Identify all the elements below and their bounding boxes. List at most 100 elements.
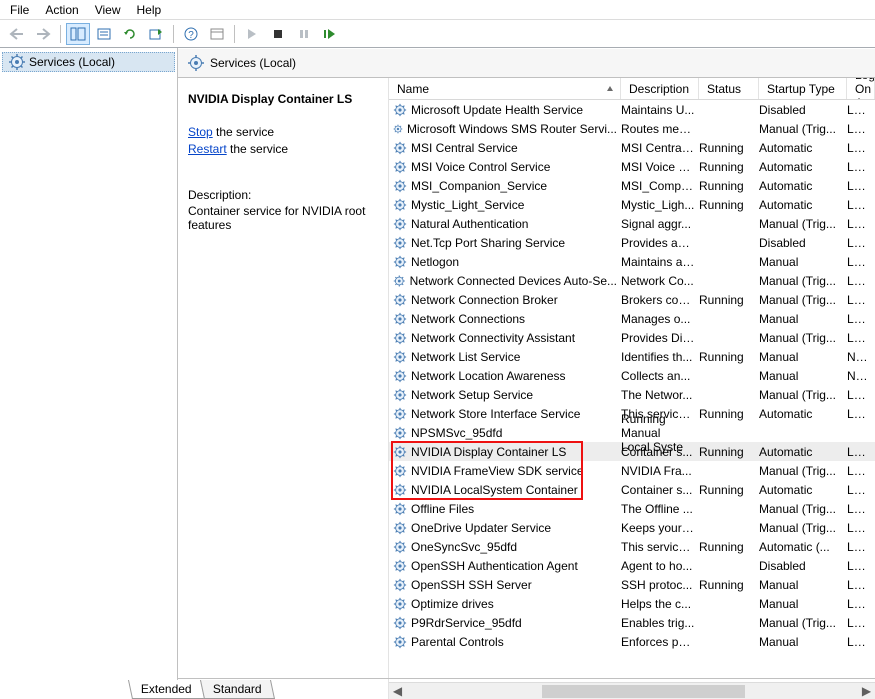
service-name: MSI_Companion_Service xyxy=(411,179,547,193)
restart-icon xyxy=(323,28,337,40)
service-row[interactable]: Network Location AwarenessCollects an...… xyxy=(389,366,875,385)
service-row[interactable]: Network ConnectionsManages o...ManualLoc… xyxy=(389,309,875,328)
service-row[interactable]: Natural AuthenticationSignal aggr...Manu… xyxy=(389,214,875,233)
restart-service-button[interactable] xyxy=(318,23,342,45)
service-startup: Manual xyxy=(759,369,847,383)
tree-services-local[interactable]: Services (Local) xyxy=(2,52,175,72)
pause-service-button[interactable] xyxy=(292,23,316,45)
export-list-button[interactable] xyxy=(92,23,116,45)
scroll-left-button[interactable]: ◀ xyxy=(389,683,406,699)
gear-icon xyxy=(393,464,407,478)
service-row[interactable]: OneSyncSvc_95dfdThis service ...RunningA… xyxy=(389,537,875,556)
menu-help[interactable]: Help xyxy=(129,1,170,19)
service-row[interactable]: Network Connectivity AssistantProvides D… xyxy=(389,328,875,347)
col-header-status[interactable]: Status xyxy=(699,78,759,99)
column-headers: Name Description Status Startup Type Log… xyxy=(389,78,875,100)
menu-file[interactable]: File xyxy=(2,1,37,19)
col-header-description[interactable]: Description xyxy=(621,78,699,99)
service-row[interactable]: Network List ServiceIdentifies th...Runn… xyxy=(389,347,875,366)
service-row[interactable]: NPSMSvc_95dfdRunningManualLocal Syste xyxy=(389,423,875,442)
service-startup: Manual (Trig... xyxy=(759,521,847,535)
tree-pane: Services (Local) xyxy=(0,48,178,699)
service-row[interactable]: NVIDIA FrameView SDK serviceNVIDIA Fra..… xyxy=(389,461,875,480)
properties-button[interactable] xyxy=(205,23,229,45)
start-service-button[interactable] xyxy=(240,23,264,45)
service-startup: Manual (Trig... xyxy=(759,502,847,516)
service-name: OpenSSH Authentication Agent xyxy=(411,559,578,573)
service-name: Natural Authentication xyxy=(411,217,528,231)
service-status: Running xyxy=(699,179,759,193)
service-row[interactable]: MSI Central ServiceMSI Central ...Runnin… xyxy=(389,138,875,157)
service-row[interactable]: Network Setup ServiceThe Networ...Manual… xyxy=(389,385,875,404)
tab-extended[interactable]: Extended xyxy=(128,680,205,699)
properties-icon xyxy=(209,27,225,41)
menu-action[interactable]: Action xyxy=(37,1,86,19)
scroll-right-button[interactable]: ▶ xyxy=(858,683,875,699)
service-row[interactable]: NetlogonMaintains a ...ManualLocal Syste xyxy=(389,252,875,271)
service-row[interactable]: Network Connected Devices Auto-Se...Netw… xyxy=(389,271,875,290)
back-button[interactable] xyxy=(5,23,29,45)
menu-view[interactable]: View xyxy=(87,1,129,19)
arrow-right-icon xyxy=(35,27,51,41)
stop-link[interactable]: Stop xyxy=(188,125,213,139)
col-header-logon[interactable]: Log On As xyxy=(847,78,875,99)
service-row[interactable]: P9RdrService_95dfdEnables trig...Manual … xyxy=(389,613,875,632)
forward-button[interactable] xyxy=(31,23,55,45)
service-row[interactable]: Microsoft Windows SMS Router Servi...Rou… xyxy=(389,119,875,138)
service-row[interactable]: Parental ControlsEnforces pa...ManualLoc… xyxy=(389,632,875,651)
horizontal-scrollbar[interactable]: ◀ ▶ xyxy=(389,682,875,699)
refresh-button[interactable] xyxy=(118,23,142,45)
service-row[interactable]: OneDrive Updater ServiceKeeps your ...Ma… xyxy=(389,518,875,537)
tab-standard[interactable]: Standard xyxy=(200,680,275,699)
restart-link[interactable]: Restart xyxy=(188,142,227,156)
service-row[interactable]: Network Connection BrokerBrokers con...R… xyxy=(389,290,875,309)
service-logon: Local Syste xyxy=(847,198,875,212)
menu-bar: File Action View Help xyxy=(0,0,875,20)
service-row[interactable]: NVIDIA Display Container LSContainer s..… xyxy=(389,442,875,461)
service-description: Enforces pa... xyxy=(621,635,699,649)
help-button[interactable]: ? xyxy=(179,23,203,45)
show-hide-tree-button[interactable] xyxy=(66,23,90,45)
service-description: MSI Central ... xyxy=(621,141,699,155)
service-row[interactable]: Microsoft Update Health ServiceMaintains… xyxy=(389,100,875,119)
service-startup: Manual (Trig... xyxy=(759,616,847,630)
col-header-name[interactable]: Name xyxy=(389,78,621,99)
service-row[interactable]: MSI Voice Control ServiceMSI Voice C...R… xyxy=(389,157,875,176)
export-button[interactable] xyxy=(144,23,168,45)
col-header-logon-label: Log On As xyxy=(855,78,875,99)
col-header-startup[interactable]: Startup Type xyxy=(759,78,847,99)
service-startup: Automatic xyxy=(759,407,847,421)
gear-icon xyxy=(393,312,407,326)
service-row[interactable]: OpenSSH Authentication AgentAgent to ho.… xyxy=(389,556,875,575)
service-logon: Local Syste xyxy=(847,293,875,307)
scroll-thumb[interactable] xyxy=(542,685,745,698)
service-logon: Local Syste xyxy=(847,578,875,592)
stop-service-button[interactable] xyxy=(266,23,290,45)
service-startup: Automatic xyxy=(759,141,847,155)
service-description: Helps the c... xyxy=(621,597,699,611)
service-row[interactable]: MSI_Companion_ServiceMSI_Compa...Running… xyxy=(389,176,875,195)
service-startup: Automatic xyxy=(759,179,847,193)
service-logon: Local Serv xyxy=(847,122,875,136)
service-row[interactable]: Mystic_Light_ServiceMystic_Ligh...Runnin… xyxy=(389,195,875,214)
service-startup: Manual (Trig... xyxy=(759,217,847,231)
service-logon: Local Syste xyxy=(847,217,875,231)
service-status: Running xyxy=(699,445,759,459)
service-row[interactable]: NVIDIA LocalSystem ContainerContainer s.… xyxy=(389,480,875,499)
service-row[interactable]: OpenSSH SSH ServerSSH protoc...RunningMa… xyxy=(389,575,875,594)
service-description: Network Co... xyxy=(621,274,699,288)
service-row[interactable]: Net.Tcp Port Sharing ServiceProvides abi… xyxy=(389,233,875,252)
service-status: Running xyxy=(699,160,759,174)
col-header-status-label: Status xyxy=(707,82,741,96)
scroll-track[interactable] xyxy=(406,683,858,699)
gear-icon xyxy=(393,502,407,516)
service-row[interactable]: Optimize drivesHelps the c...ManualLocal… xyxy=(389,594,875,613)
service-status: Running xyxy=(699,578,759,592)
gear-icon xyxy=(393,635,407,649)
gear-icon xyxy=(393,103,407,117)
gear-icon xyxy=(393,369,407,383)
service-logon: Local Syste xyxy=(847,483,875,497)
service-row[interactable]: Offline FilesThe Offline ...Manual (Trig… xyxy=(389,499,875,518)
service-startup: Manual xyxy=(759,255,847,269)
service-description: The Networ... xyxy=(621,388,699,402)
